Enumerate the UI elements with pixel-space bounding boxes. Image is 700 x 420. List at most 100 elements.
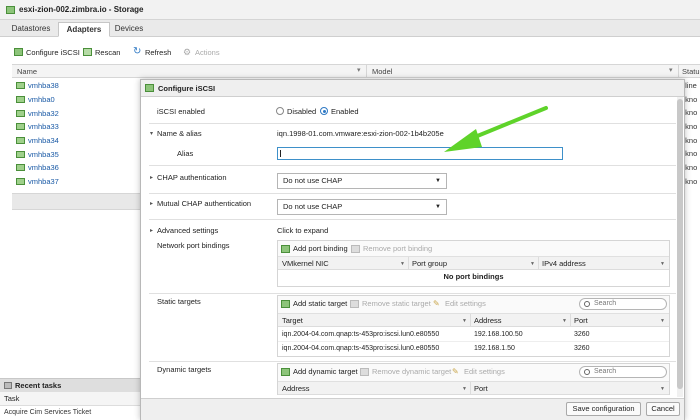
- advanced-settings-label[interactable]: Advanced settings: [157, 226, 218, 235]
- chevron-down-icon[interactable]: ▼: [462, 318, 467, 324]
- column-port[interactable]: Port: [574, 316, 588, 325]
- chevron-right-icon[interactable]: ▸: [150, 227, 153, 234]
- target-cell: iqn.2004-04.com.qnap:ts-453pro:iscsi.lun…: [282, 331, 440, 338]
- add-icon: [281, 299, 290, 308]
- chevron-down-icon[interactable]: ▼: [530, 261, 535, 267]
- table-row[interactable]: iqn.2004-04.com.qnap:ts-453pro:iscsi.lun…: [278, 342, 669, 356]
- adapter-icon: [16, 150, 25, 158]
- column-divider: [538, 257, 539, 269]
- add-dynamic-target-button[interactable]: Add dynamic target: [281, 367, 358, 376]
- tab-bar: Datastores Adapters Devices: [0, 20, 700, 37]
- column-name[interactable]: Name: [17, 67, 37, 76]
- name-alias-label[interactable]: Name & alias: [157, 129, 202, 138]
- column-model[interactable]: Model: [372, 67, 392, 76]
- column-port-group[interactable]: Port group: [412, 259, 447, 268]
- add-icon: [281, 367, 290, 376]
- static-targets-search[interactable]: Search: [579, 298, 667, 310]
- refresh-button[interactable]: ↻ Refresh: [133, 46, 171, 58]
- advanced-settings-expand[interactable]: Click to expand: [277, 226, 328, 235]
- rescan-icon: [83, 48, 92, 56]
- table-row[interactable]: vmhba0: [12, 93, 140, 107]
- column-vmkernel-nic[interactable]: VMkernel NIC: [282, 259, 329, 268]
- add-static-target-button[interactable]: Add static target: [281, 299, 347, 308]
- remove-static-target-button[interactable]: Remove static target: [350, 299, 431, 308]
- port-cell: 3260: [574, 331, 590, 338]
- divider: [149, 165, 676, 166]
- adapter-icon: [16, 123, 25, 131]
- adapter-icon: [16, 137, 25, 145]
- mutual-chap-label[interactable]: Mutual CHAP authentication: [157, 199, 251, 208]
- chap-label[interactable]: CHAP authentication: [157, 173, 227, 182]
- chevron-down-icon[interactable]: ▼: [400, 261, 405, 267]
- iscsi-enabled-radio[interactable]: Enabled: [320, 107, 359, 116]
- chevron-down-icon[interactable]: ▾: [669, 66, 673, 74]
- table-row[interactable]: vmhba36: [12, 161, 140, 175]
- table-row[interactable]: vmhba35: [12, 147, 140, 161]
- configure-iscsi-button[interactable]: Configure iSCSI: [14, 46, 80, 58]
- chevron-down-icon[interactable]: ▾: [150, 130, 153, 137]
- configure-iscsi-icon: [145, 84, 154, 92]
- adapter-icon: [16, 164, 25, 172]
- column-target[interactable]: Target: [282, 316, 303, 325]
- cancel-button[interactable]: Cancel: [646, 402, 680, 416]
- dialog-footer: Save configuration Cancel: [141, 398, 684, 420]
- pencil-icon: ✎: [433, 298, 440, 308]
- remove-port-binding-button[interactable]: Remove port binding: [351, 244, 432, 253]
- radio-on-icon: [320, 107, 328, 115]
- chevron-down-icon[interactable]: ▾: [357, 66, 361, 74]
- chevron-right-icon[interactable]: ▸: [150, 174, 153, 181]
- divider: [149, 361, 676, 362]
- remove-dynamic-target-button[interactable]: Remove dynamic target: [360, 367, 451, 376]
- scrollbar-thumb[interactable]: [677, 99, 683, 389]
- dynamic-targets-search[interactable]: Search: [579, 366, 667, 378]
- iscsi-enabled-label: iSCSI enabled: [157, 107, 205, 116]
- dialog-scrollbar[interactable]: [677, 97, 683, 397]
- column-ipv4-address[interactable]: IPv4 address: [542, 259, 586, 268]
- column-address[interactable]: Address: [474, 316, 502, 325]
- iscsi-disabled-radio[interactable]: Disabled: [276, 107, 316, 116]
- chevron-down-icon[interactable]: ▼: [462, 386, 467, 392]
- port-bindings-label: Network port bindings: [157, 241, 230, 250]
- tab-adapters[interactable]: Adapters: [58, 22, 110, 37]
- dialog-title: Configure iSCSI: [158, 83, 216, 93]
- chevron-right-icon[interactable]: ▸: [150, 200, 153, 207]
- save-configuration-button[interactable]: Save configuration: [566, 402, 641, 416]
- static-targets-table: Add static target Remove static target ✎…: [277, 295, 670, 357]
- chevron-down-icon[interactable]: ▼: [660, 261, 665, 267]
- task-row[interactable]: Acquire Cim Services Ticket: [0, 406, 140, 419]
- adapters-list: vmhba38 vmhba0 vmhba32 vmhba33 vmhba34 v…: [12, 79, 140, 189]
- table-row[interactable]: iqn.2004-04.com.qnap:ts-453pro:iscsi.lun…: [278, 328, 669, 342]
- search-icon: [584, 369, 590, 375]
- add-icon: [281, 244, 290, 253]
- table-row[interactable]: vmhba34: [12, 134, 140, 148]
- adapters-grid-header: Name ▾ Model ▾ Statu: [12, 64, 700, 78]
- chap-select[interactable]: Do not use CHAP ▼: [277, 173, 447, 189]
- task-column-header[interactable]: Task: [0, 392, 140, 406]
- column-address[interactable]: Address: [282, 384, 310, 393]
- table-row[interactable]: vmhba37: [12, 175, 140, 189]
- configure-iscsi-dialog: Configure iSCSI iSCSI enabled Disabled E…: [140, 79, 685, 420]
- divider: [149, 123, 676, 124]
- edit-settings-button[interactable]: ✎ Edit settings: [452, 367, 505, 376]
- chevron-down-icon[interactable]: ▼: [660, 318, 665, 324]
- add-port-binding-button[interactable]: Add port binding: [281, 244, 348, 253]
- rescan-button[interactable]: Rescan: [83, 46, 120, 58]
- dialog-header: Configure iSCSI: [141, 80, 684, 97]
- table-row[interactable]: vmhba32: [12, 106, 140, 120]
- recent-tasks-header[interactable]: Recent tasks: [0, 378, 140, 392]
- column-status[interactable]: Statu: [682, 67, 700, 76]
- dynamic-targets-label: Dynamic targets: [157, 365, 212, 374]
- table-row[interactable]: vmhba33: [12, 120, 140, 134]
- mutual-chap-select[interactable]: Do not use CHAP ▼: [277, 199, 447, 215]
- column-divider: [408, 257, 409, 269]
- table-row[interactable]: vmhba38: [12, 79, 140, 93]
- tab-devices[interactable]: Devices: [112, 22, 146, 37]
- column-port[interactable]: Port: [474, 384, 488, 393]
- tab-datastores[interactable]: Datastores: [6, 22, 56, 37]
- chevron-down-icon[interactable]: ▼: [562, 318, 567, 324]
- gear-icon: ⚙: [183, 47, 192, 57]
- actions-button[interactable]: ⚙ Actions: [183, 46, 220, 58]
- chevron-down-icon[interactable]: ▼: [660, 386, 665, 392]
- remove-icon: [360, 367, 369, 376]
- edit-settings-button[interactable]: ✎ Edit settings: [433, 299, 486, 308]
